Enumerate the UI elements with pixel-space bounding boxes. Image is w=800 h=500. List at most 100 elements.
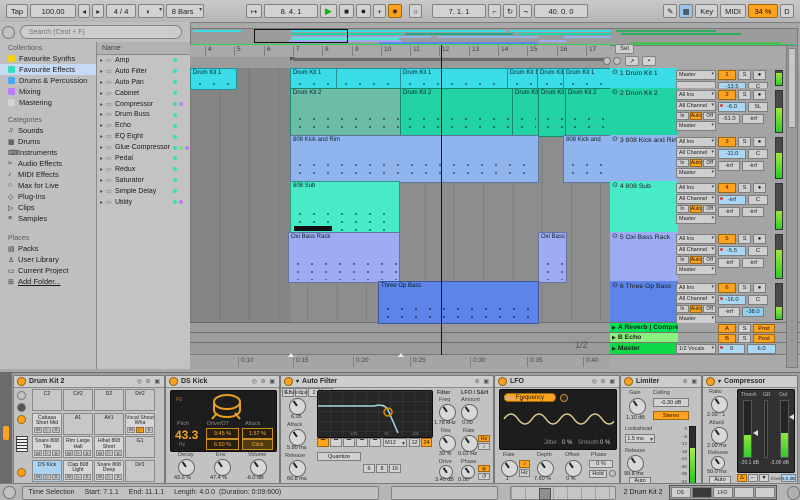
- browser-device-item[interactable]: ▸ ▭ Utility: [97, 197, 191, 208]
- browser-device-item[interactable]: ▸ ▭ Simple Delay: [97, 186, 191, 197]
- map-mode-icon[interactable]: [560, 394, 568, 402]
- solo-button[interactable]: S: [738, 334, 751, 343]
- release-knob[interactable]: [711, 456, 725, 470]
- rate-sync-button[interactable]: ♪: [478, 443, 490, 450]
- lfo-amount-knob[interactable]: [461, 404, 478, 421]
- send-a-field[interactable]: -inf: [718, 161, 740, 171]
- punch-in-button[interactable]: ⌐: [488, 4, 501, 18]
- clip[interactable]: 808 Kick and: [563, 135, 610, 183]
- track-lane[interactable]: [190, 323, 610, 333]
- loop-toggle[interactable]: ↻: [503, 4, 517, 18]
- monitor-selector[interactable]: In Auto Off: [676, 112, 716, 120]
- drum-pad[interactable]: G1 M ▷ S: [125, 436, 155, 458]
- fold-icon[interactable]: ⊙: [612, 234, 618, 240]
- freq-knob[interactable]: [439, 404, 456, 421]
- offset-knob[interactable]: [565, 460, 582, 477]
- monitor-off[interactable]: Off: [703, 305, 716, 313]
- pre-post-toggle[interactable]: Post: [753, 324, 775, 333]
- pad-play-button[interactable]: ▷: [105, 450, 113, 456]
- browser-device-item[interactable]: ▸ ▭ Compressor: [97, 99, 191, 110]
- return-activator[interactable]: A: [718, 324, 736, 333]
- output-routing-chooser[interactable]: Master: [676, 214, 716, 224]
- drum-pad[interactable]: Snare 808 Deep M ▷ S: [94, 460, 124, 482]
- monitor-auto[interactable]: Auto: [690, 159, 703, 167]
- pad-solo-button[interactable]: S: [83, 450, 91, 456]
- track-header[interactable]: ⊙ 3 808 Kick and Rim All Ins All Channel…: [610, 135, 800, 182]
- master-volume-field[interactable]: 0: [718, 344, 745, 354]
- solo-button[interactable]: S: [738, 324, 751, 333]
- return-activator[interactable]: B: [718, 334, 736, 343]
- input-routing-chooser[interactable]: All Ins: [676, 283, 716, 293]
- loop-start-field[interactable]: 7. 1. 1: [432, 4, 486, 18]
- pad-solo-button[interactable]: S: [52, 450, 60, 456]
- pad-play-button[interactable]: ▷: [43, 450, 51, 456]
- track-activator[interactable]: 5: [718, 234, 736, 244]
- jitter-value[interactable]: 0 %: [562, 440, 572, 446]
- arm-button[interactable]: ●: [753, 70, 766, 80]
- send-a-field[interactable]: -inf: [718, 207, 740, 217]
- drum-pad[interactable]: C2 M ▷ S: [32, 389, 62, 411]
- place-item[interactable]: ▤ Packs: [0, 243, 96, 254]
- send-b-field[interactable]: -38.0: [742, 307, 764, 317]
- clip[interactable]: Drum Kit 1: [563, 68, 610, 90]
- clip[interactable]: Oxi Bass R: [538, 232, 567, 283]
- monitor-auto[interactable]: Auto: [690, 112, 703, 120]
- slope-12-button[interactable]: 12: [409, 438, 420, 447]
- send-a-field[interactable]: -inf: [718, 307, 740, 317]
- tempo-field[interactable]: 100.00: [30, 4, 76, 18]
- solo-button[interactable]: S: [738, 70, 751, 80]
- device-view-side-tab[interactable]: [0, 373, 12, 483]
- loop-start-marker[interactable]: [290, 57, 295, 61]
- input-channel-chooser[interactable]: All Channel: [676, 148, 716, 158]
- clip[interactable]: Drum Kit 1: [537, 68, 565, 90]
- drum-pad[interactable]: C#2 M ▷ S: [63, 389, 93, 411]
- env-amount-knob[interactable]: [289, 398, 306, 415]
- volume-field[interactable]: -11.0: [718, 149, 746, 159]
- input-channel-chooser[interactable]: All Channel: [676, 294, 716, 304]
- computer-midi-keyboard-button[interactable]: ▦: [679, 4, 693, 18]
- output-routing-chooser[interactable]: Master: [676, 121, 716, 131]
- drum-pad[interactable]: Snare 808 Tite M ▷ S: [32, 436, 62, 458]
- track-activator[interactable]: 6: [718, 283, 736, 293]
- fold-icon[interactable]: ⊙: [612, 137, 618, 143]
- volume-field[interactable]: -5.5: [718, 246, 746, 256]
- gain-knob[interactable]: [629, 398, 646, 415]
- quantize-beat-button[interactable]: 16: [389, 464, 401, 473]
- track-name[interactable]: ⊙ 2 Drum Kit 2: [610, 88, 678, 135]
- pad-play-button[interactable]: ▷: [105, 474, 113, 480]
- volume-knob[interactable]: [250, 459, 267, 476]
- drive-value[interactable]: 9.45 %: [206, 428, 239, 439]
- send-b-field[interactable]: -inf: [742, 207, 764, 217]
- browser-device-item[interactable]: ▸ ▭ Amp: [97, 55, 191, 66]
- clip[interactable]: Drum Kit 1: [400, 68, 509, 90]
- monitor-off[interactable]: Off: [703, 205, 716, 213]
- track-name[interactable]: ⊙ 4 808 Sub: [610, 181, 678, 232]
- lowpass-filter-button[interactable]: ▔: [317, 438, 329, 447]
- clip[interactable]: Drum Kit 1: [507, 68, 539, 90]
- browser-device-item[interactable]: ▸ ▭ Saturator: [97, 175, 191, 186]
- browser-device-item[interactable]: ▸ ▭ Auto Filter: [97, 66, 191, 77]
- res-knob[interactable]: [439, 435, 456, 452]
- monitor-off[interactable]: Off: [703, 256, 716, 264]
- drum-pad[interactable]: D#2 M ▷ S: [125, 389, 155, 411]
- arm-button[interactable]: ●: [753, 137, 766, 147]
- arrangement-overview[interactable]: [190, 28, 798, 46]
- solo-button[interactable]: S: [738, 183, 751, 193]
- monitor-in[interactable]: In: [676, 256, 689, 264]
- category-item[interactable]: ≈ Audio Effects: [0, 158, 96, 169]
- circuit-chooser[interactable]: M12: [383, 438, 407, 447]
- play-button[interactable]: ▶: [320, 4, 337, 18]
- smooth-value[interactable]: 0 %: [600, 440, 610, 446]
- decay-knob[interactable]: [178, 459, 195, 476]
- phase-value-box[interactable]: 0 %: [589, 460, 613, 468]
- track-header[interactable]: ⊙ 6 Three Op Bass All Ins All Channel In…: [610, 281, 800, 323]
- key-map-button[interactable]: Key: [695, 4, 718, 18]
- device-title-icons[interactable]: ⊘ ▣: [683, 378, 698, 385]
- out-gain-handle[interactable]: [789, 414, 794, 420]
- phase-button[interactable]: φ: [478, 465, 490, 472]
- preferences-icon[interactable]: [787, 486, 800, 500]
- category-item[interactable]: ♫ Sounds: [0, 125, 96, 136]
- drum-pad[interactable]: A1 M ▷ S: [63, 413, 93, 435]
- hold-button[interactable]: Hold: [589, 470, 607, 478]
- track-activator[interactable]: 1: [718, 70, 736, 80]
